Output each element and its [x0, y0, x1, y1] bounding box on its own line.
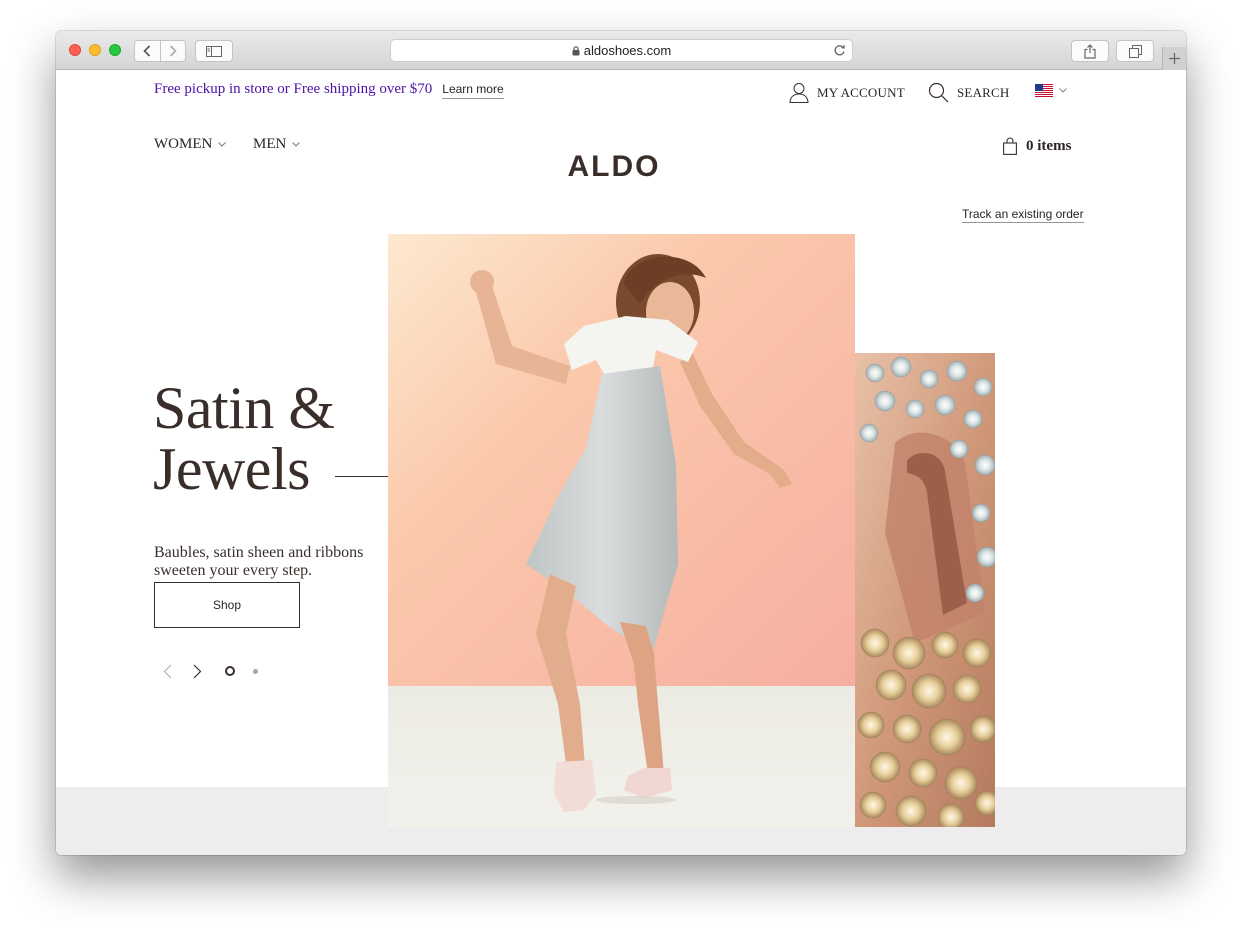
share-icon: [1084, 43, 1096, 59]
nav-women[interactable]: WOMEN: [154, 136, 227, 153]
carousel-dot[interactable]: [253, 669, 258, 674]
search-label: SEARCH: [957, 84, 1010, 100]
us-flag-icon: [1035, 84, 1053, 97]
hero-title: Satin & Jewels: [153, 378, 335, 500]
chevron-down-icon: [218, 142, 227, 147]
account-icon: [789, 83, 809, 103]
web-page: Free pickup in store or Free shipping ov…: [56, 70, 1186, 855]
hero-title-line-2: Jewels: [153, 436, 310, 502]
tab-overview-button[interactable]: [1116, 40, 1154, 62]
address-bar[interactable]: aldoshoes.com: [390, 39, 853, 62]
back-button[interactable]: [135, 41, 160, 61]
cart-count: 0 items: [1026, 137, 1072, 154]
sidebar-toggle-button[interactable]: [195, 40, 233, 62]
shopping-bag-icon: [1003, 137, 1017, 155]
browser-window: aldoshoes.com Free pickup in store or Fr…: [56, 31, 1186, 855]
url-text: aldoshoes.com: [583, 43, 672, 58]
track-order-link[interactable]: Track an existing order: [962, 207, 1084, 223]
share-button[interactable]: [1071, 40, 1109, 62]
cart-link[interactable]: 0 items: [1003, 137, 1071, 155]
lock-icon: [572, 45, 580, 56]
carousel-prev-icon[interactable]: [163, 664, 172, 679]
chevron-down-icon: [292, 142, 301, 147]
back-icon: [143, 45, 151, 57]
zoom-window-button[interactable]: [109, 44, 121, 56]
chevron-down-icon: [1059, 88, 1067, 93]
country-selector[interactable]: [1035, 84, 1067, 97]
history-nav: [134, 40, 186, 62]
browser-toolbar: aldoshoes.com: [56, 31, 1186, 70]
nav-men[interactable]: MEN: [253, 136, 301, 153]
nav-women-label: WOMEN: [154, 136, 213, 152]
search-link[interactable]: SEARCH: [928, 82, 1010, 103]
nav-men-label: MEN: [253, 136, 287, 152]
promo-banner: Free pickup in store or Free shipping ov…: [154, 81, 504, 99]
shop-button[interactable]: Shop: [154, 582, 300, 628]
logo-text: ALDO: [568, 152, 661, 178]
search-icon: [928, 82, 949, 103]
learn-more-link[interactable]: Learn more: [442, 82, 504, 99]
my-account-link[interactable]: MY ACCOUNT: [789, 82, 905, 103]
hero-subtitle: Baubles, satin sheen and ribbons sweeten…: [154, 544, 364, 579]
close-window-button[interactable]: [69, 44, 81, 56]
tabs-icon: [1128, 44, 1142, 58]
hero-photo-jewels: [855, 353, 995, 827]
my-account-label: MY ACCOUNT: [817, 84, 905, 100]
forward-button[interactable]: [159, 41, 185, 61]
new-tab-icon: [1169, 53, 1180, 64]
sidebar-icon: [206, 45, 222, 57]
reload-icon[interactable]: [833, 44, 846, 60]
aldo-logo[interactable]: ALDO: [548, 152, 680, 178]
promo-text: Free pickup in store or Free shipping ov…: [154, 81, 433, 97]
carousel-next-icon[interactable]: [193, 664, 202, 679]
hero-photo-model: [388, 234, 855, 827]
forward-icon: [169, 45, 177, 57]
carousel-dot-active[interactable]: [225, 666, 235, 676]
new-tab-button[interactable]: [1162, 47, 1186, 70]
hero-title-line-1: Satin &: [153, 375, 335, 441]
minimize-window-button[interactable]: [89, 44, 101, 56]
